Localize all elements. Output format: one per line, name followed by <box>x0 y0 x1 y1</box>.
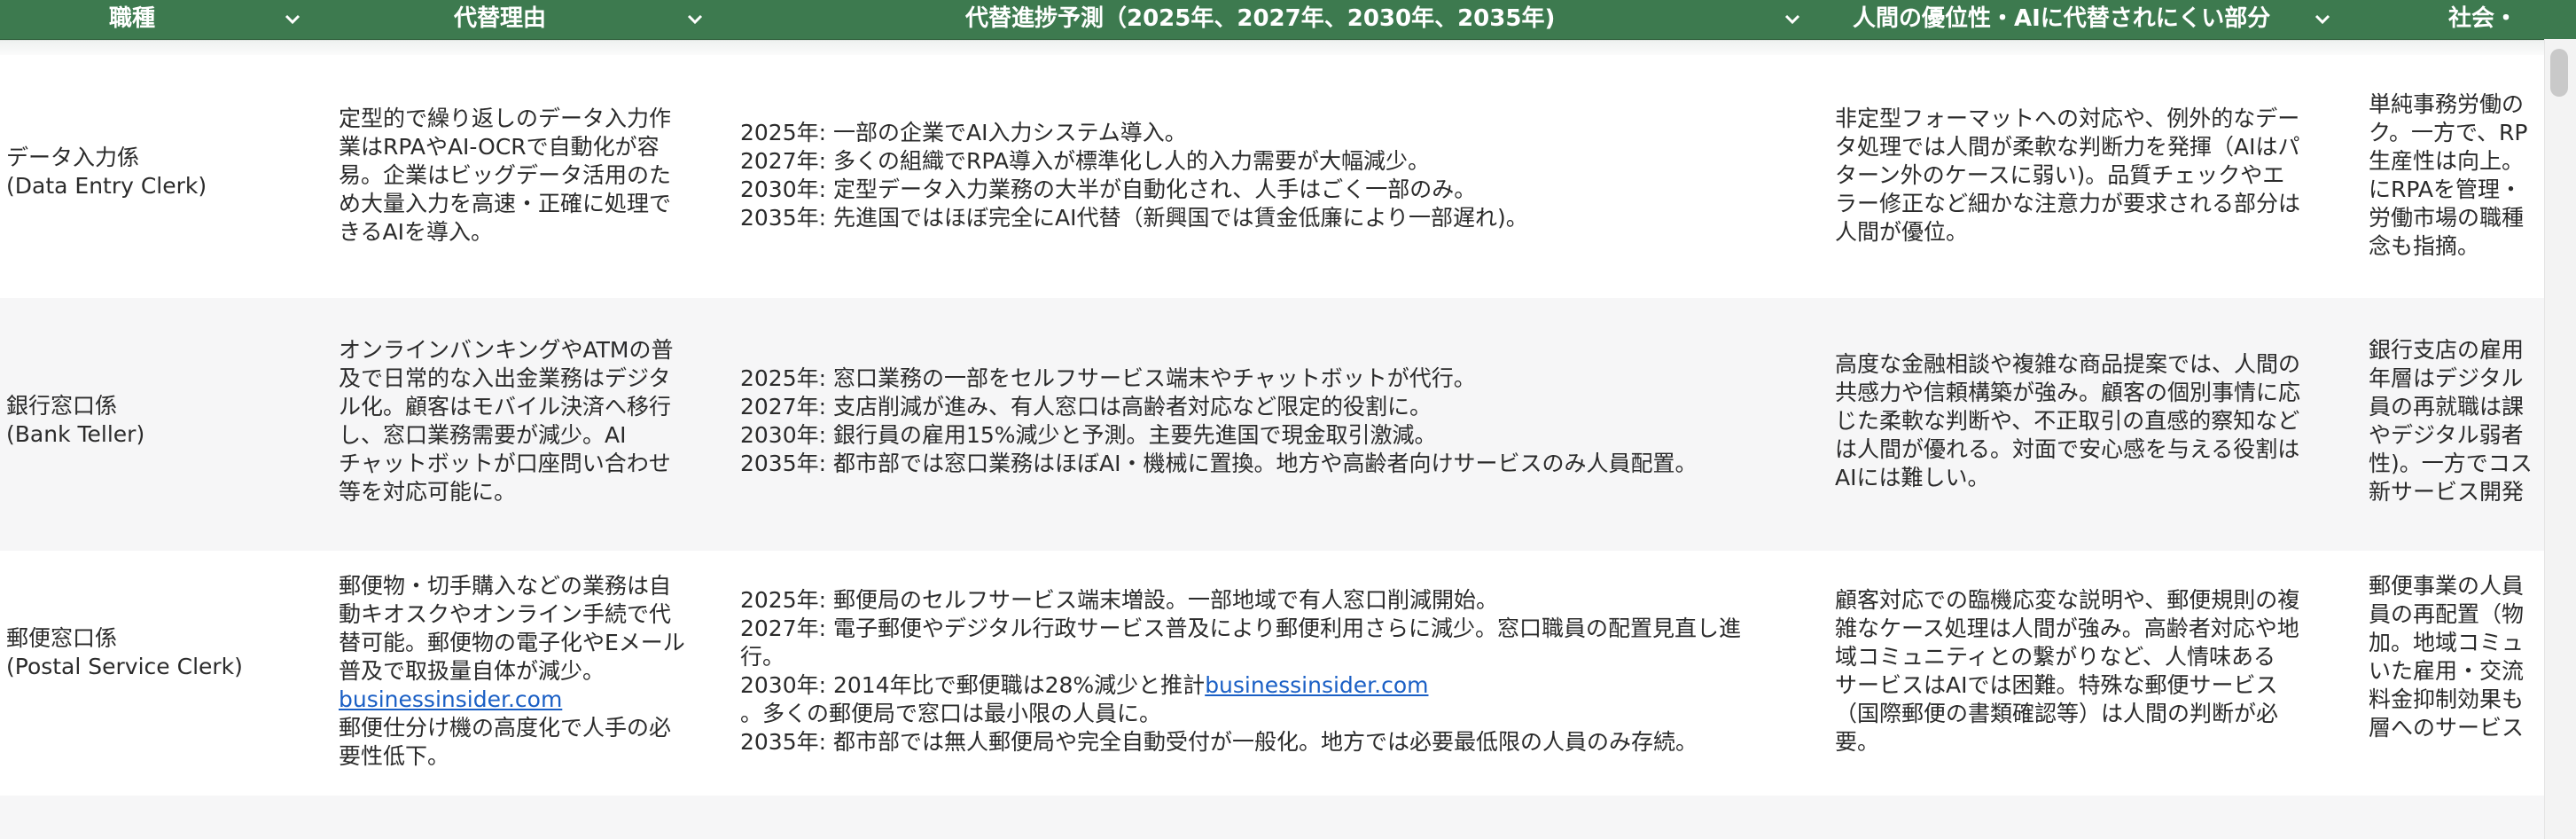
table-row: 銀行窓口係 (Bank Teller) オンラインバンキングやATMの普 及で日… <box>0 298 2544 551</box>
column-header-advantage[interactable]: 人間の優位性・AIに代替されにくい部分 <box>1823 0 2354 39</box>
column-header-label: 社会・ <box>2448 5 2518 32</box>
column-header-forecast[interactable]: 代替進捗予測（2025年、2027年、2030年、2035年) <box>722 0 1823 39</box>
vertical-scrollbar[interactable] <box>2544 39 2576 839</box>
social-impact: 郵便事業の人員 員の再配置（物 加。地域コミュ いた雇用・交流 料金抑制効果も … <box>2369 573 2525 741</box>
chevron-down-icon[interactable] <box>1782 9 1803 30</box>
human-advantage: 高度な金融相談や複雑な商品提案では、人間の 共感力や信頼構築が強み。顧客の個別事… <box>1835 351 2301 490</box>
social-impact: 銀行支店の雇用 年層はデジタル 員の再就職は課 やデジタル弱者 性)。一方でコス… <box>2369 337 2533 505</box>
social-impact: 単純事務労働の ク。一方で、RP 生産性は向上。 にRPAを管理・ 労働市場の職… <box>2369 91 2528 259</box>
chevron-down-icon[interactable] <box>684 9 706 30</box>
scrollbar-thumb[interactable] <box>2550 49 2568 97</box>
job-title: 郵便窓口係 (Postal Service Clerk) <box>6 625 243 679</box>
column-header-social[interactable]: 社会・ <box>2354 0 2544 39</box>
column-header-job[interactable]: 職種 <box>0 0 321 39</box>
replacement-reason: オンラインバンキングやATMの普 及で日常的な入出金業務はデジタ ル化。顧客はモ… <box>339 337 674 505</box>
table-header: 職種 代替理由 代替進捗予測（2025年、2027年、2030年、2035年) … <box>0 0 2576 40</box>
column-header-label: 代替進捗予測（2025年、2027年、2030年、2035年) <box>965 5 1556 32</box>
table-row <box>0 796 2544 839</box>
human-advantage: 非定型フォーマットへの対応や、例外的なデー タ処理では人間が柔軟な判断力を発揮（… <box>1835 106 2301 245</box>
column-header-label: 職種 <box>109 5 156 32</box>
table-row: データ入力係 (Data Entry Clerk) 定型的で繰り返しのデータ入力… <box>0 55 2544 298</box>
source-link[interactable]: businessinsider.com <box>339 686 562 712</box>
replacement-reason: 郵便物・切手購入などの業務は自 動キオスクやオンライン手続で代 替可能。郵便物の… <box>339 572 711 771</box>
reason-text: 郵便物・切手購入などの業務は自 動キオスクやオンライン手続で代 替可能。郵便物の… <box>339 573 685 684</box>
header-divider <box>0 40 2544 55</box>
chevron-down-icon[interactable] <box>282 9 303 30</box>
column-header-reason[interactable]: 代替理由 <box>321 0 722 39</box>
reason-text: 郵便仕分け機の高度化で人手の必 要性低下。 <box>339 715 672 769</box>
human-advantage: 顧客対応での臨機応変な説明や、郵便規則の複 雑なケース処理は人間が強み。高齢者対… <box>1835 587 2300 755</box>
source-link[interactable]: businessinsider.com <box>1205 672 1428 698</box>
replacement-reason: 定型的で繰り返しのデータ入力作 業はRPAやAI-OCRで自動化が容 易。企業は… <box>339 106 672 245</box>
column-header-label: 人間の優位性・AIに代替されにくい部分 <box>1853 5 2271 32</box>
forecast-text: 。多くの郵便局で窓口は最小限の人員に。 2035年: 都市部では無人郵便局や完全… <box>740 701 1698 755</box>
table-row: 郵便窓口係 (Postal Service Clerk) 郵便物・切手購入などの… <box>0 551 2544 796</box>
job-title: 銀行窓口係 (Bank Teller) <box>6 393 145 447</box>
job-title: データ入力係 (Data Entry Clerk) <box>6 145 207 199</box>
chevron-down-icon[interactable] <box>2312 9 2333 30</box>
column-header-label: 代替理由 <box>454 5 547 32</box>
